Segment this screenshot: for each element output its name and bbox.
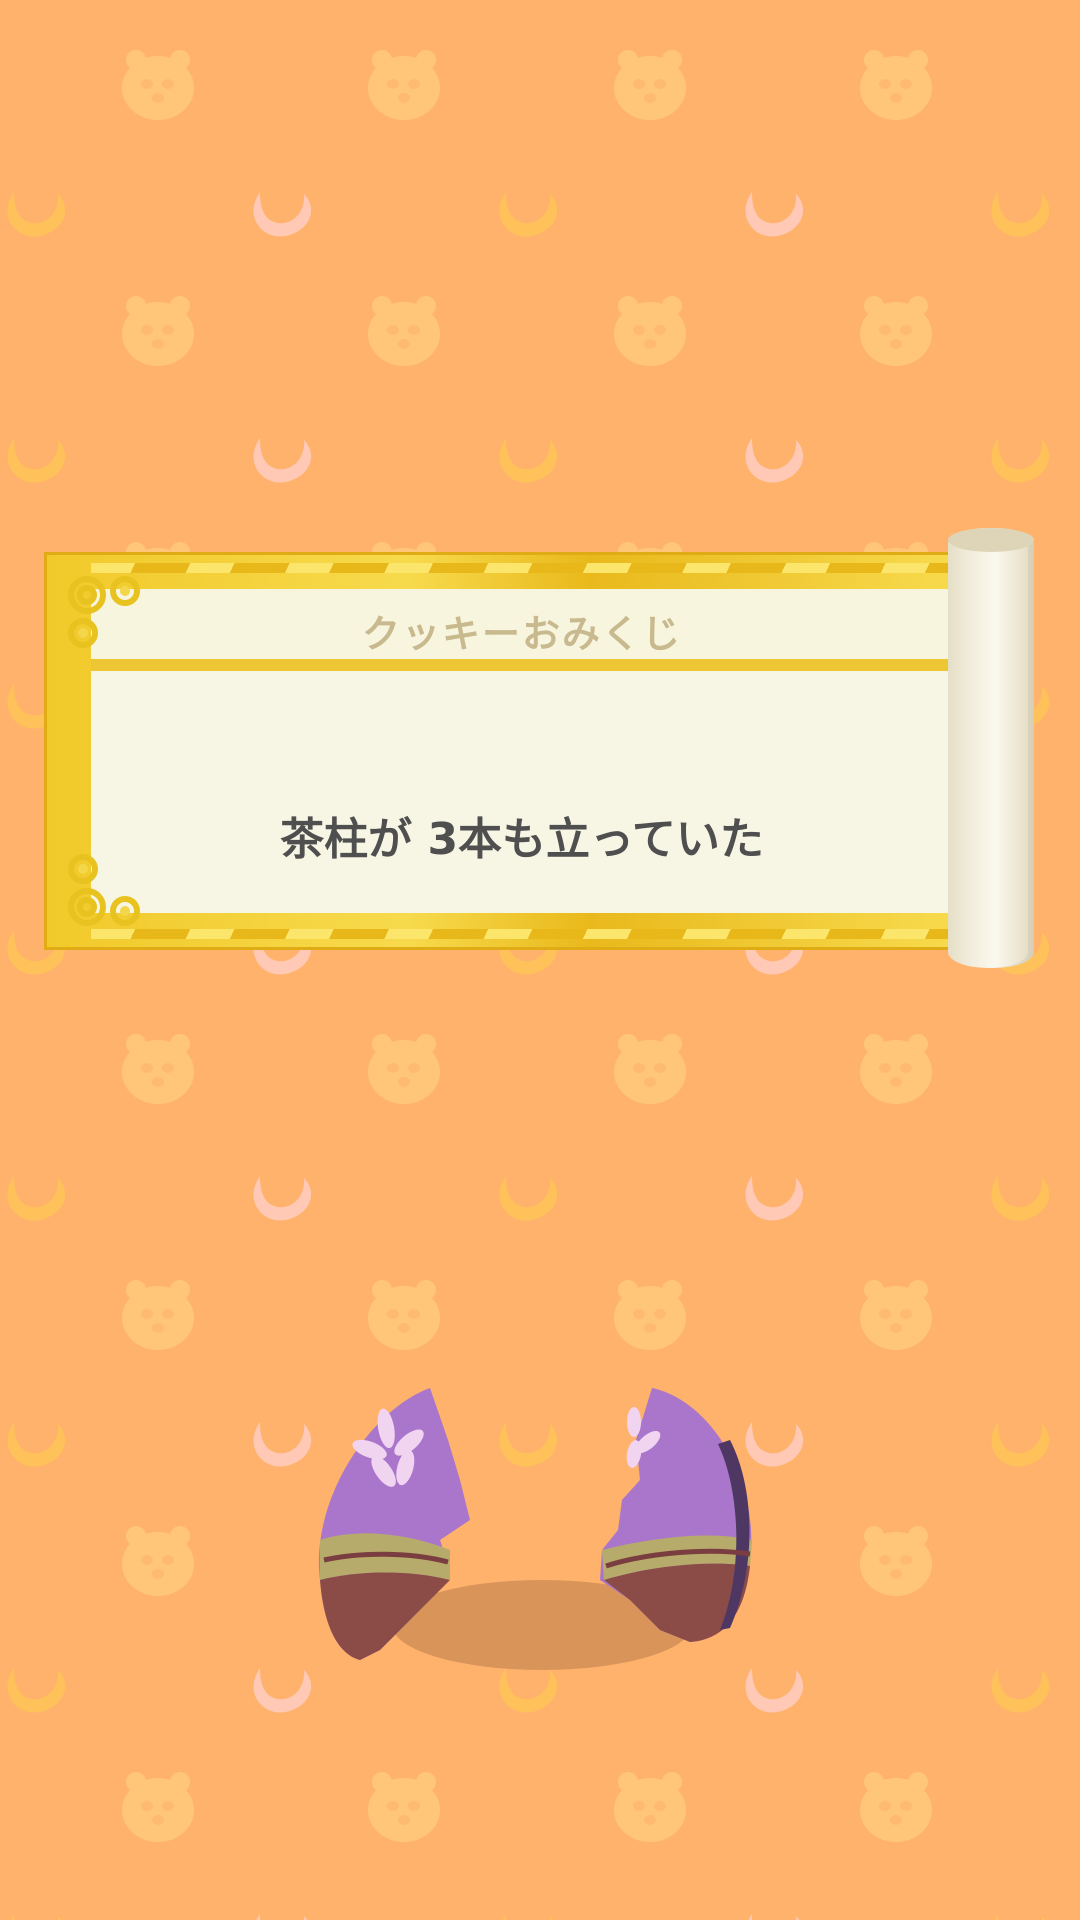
bear-face-icon bbox=[122, 296, 194, 366]
bear-face-icon bbox=[368, 1280, 440, 1350]
crescent-cookie-icon bbox=[253, 1914, 312, 1920]
omikuji-scroll: クッキーおみくじ 茶柱が 3本も立っていた bbox=[44, 528, 1034, 968]
bear-face-icon bbox=[860, 1526, 932, 1596]
crescent-cookie-icon bbox=[745, 438, 804, 483]
fortune-message: 茶柱が 3本も立っていた bbox=[280, 814, 764, 865]
omikuji-title: クッキーおみくじ bbox=[361, 612, 682, 656]
bear-face-icon bbox=[614, 1280, 686, 1350]
bear-face-icon bbox=[122, 1034, 194, 1104]
bear-face-icon bbox=[860, 1280, 932, 1350]
bear-face-icon bbox=[614, 1034, 686, 1104]
crescent-cookie-icon bbox=[745, 1176, 804, 1221]
scroll-roll-top bbox=[948, 528, 1034, 552]
scroll-paper: クッキーおみくじ 茶柱が 3本も立っていた bbox=[91, 589, 953, 913]
bear-face-icon bbox=[860, 50, 932, 120]
crescent-cookie-icon bbox=[991, 1914, 1050, 1920]
bear-face-icon bbox=[122, 1526, 194, 1596]
scroll-roll bbox=[948, 528, 1034, 968]
crescent-cookie-icon bbox=[7, 1668, 66, 1713]
crescent-cookie-icon bbox=[499, 1176, 558, 1221]
bear-face-icon bbox=[368, 296, 440, 366]
crescent-cookie-icon bbox=[499, 192, 558, 237]
scroll-frame: クッキーおみくじ 茶柱が 3本も立っていた bbox=[44, 552, 954, 950]
bear-face-icon bbox=[860, 1772, 932, 1842]
crescent-cookie-icon bbox=[991, 192, 1050, 237]
crescent-cookie-icon bbox=[253, 192, 312, 237]
gold-stripe-top bbox=[91, 563, 953, 573]
bear-face-icon bbox=[122, 50, 194, 120]
cookie-left-half bbox=[318, 1388, 470, 1660]
crescent-cookie-icon bbox=[745, 192, 804, 237]
bear-face-icon bbox=[614, 296, 686, 366]
crescent-cookie-icon bbox=[7, 1422, 66, 1467]
bear-face-icon bbox=[860, 1034, 932, 1104]
crescent-cookie-icon bbox=[991, 1668, 1050, 1713]
bear-face-icon bbox=[368, 1034, 440, 1104]
broken-fortune-cookie[interactable] bbox=[300, 1380, 780, 1680]
corner-swirl-icon bbox=[68, 576, 140, 648]
crescent-cookie-icon bbox=[991, 438, 1050, 483]
crescent-cookie-icon bbox=[253, 438, 312, 483]
crescent-cookie-icon bbox=[253, 1176, 312, 1221]
crescent-cookie-icon bbox=[745, 1914, 804, 1920]
broken-fortune-cookie-icon bbox=[318, 1388, 752, 1660]
cookie-right-half bbox=[600, 1388, 752, 1642]
crescent-cookie-icon bbox=[7, 192, 66, 237]
bear-face-icon bbox=[368, 50, 440, 120]
crescent-cookie-icon bbox=[7, 1914, 66, 1920]
bear-face-icon bbox=[860, 296, 932, 366]
bear-face-icon bbox=[122, 1772, 194, 1842]
bear-face-icon bbox=[368, 1772, 440, 1842]
title-band: クッキーおみくじ bbox=[91, 589, 953, 671]
corner-swirl-icon bbox=[68, 854, 140, 926]
bear-face-icon bbox=[122, 1280, 194, 1350]
crescent-cookie-icon bbox=[991, 1422, 1050, 1467]
crescent-cookie-icon bbox=[7, 438, 66, 483]
bear-face-icon bbox=[614, 50, 686, 120]
gold-stripe-bottom bbox=[91, 929, 953, 939]
bear-face-icon bbox=[614, 1772, 686, 1842]
crescent-cookie-icon bbox=[7, 1176, 66, 1221]
crescent-cookie-icon bbox=[499, 1914, 558, 1920]
omikuji-screen: クッキーおみくじ 茶柱が 3本も立っていた bbox=[0, 0, 1080, 1920]
crescent-cookie-icon bbox=[499, 438, 558, 483]
crescent-cookie-icon bbox=[991, 1176, 1050, 1221]
